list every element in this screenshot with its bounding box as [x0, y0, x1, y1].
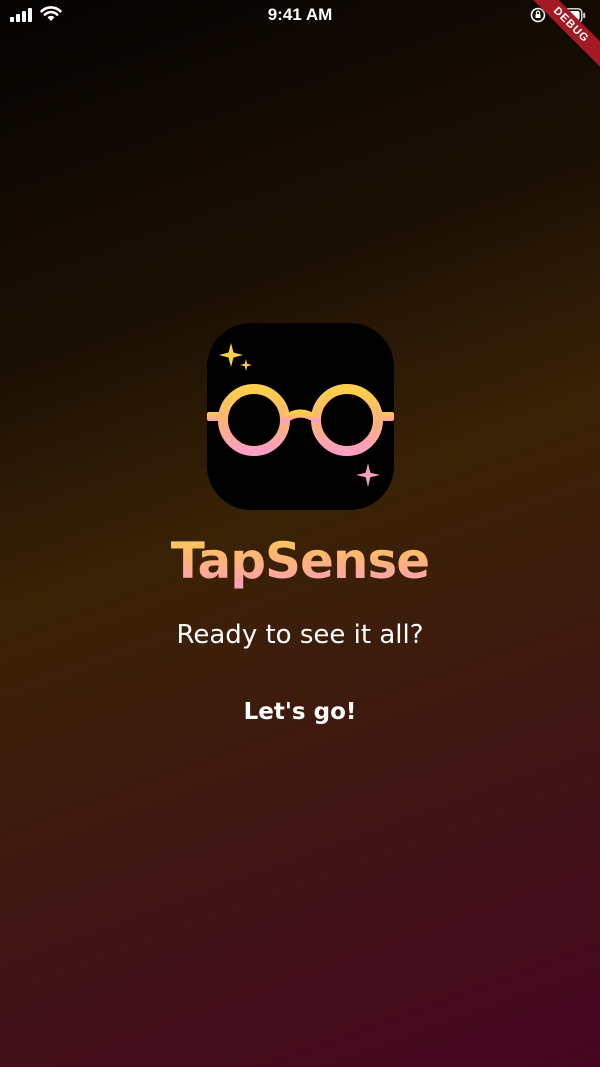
status-time: 9:41 AM — [267, 5, 333, 24]
app-logo — [207, 323, 394, 510]
app-title: TapSense — [0, 532, 600, 590]
status-bar: 9:41 AM — [0, 0, 600, 32]
lets-go-button[interactable]: Let's go! — [225, 690, 375, 734]
glasses-icon — [207, 343, 394, 487]
tagline: Ready to see it all? — [176, 620, 424, 650]
